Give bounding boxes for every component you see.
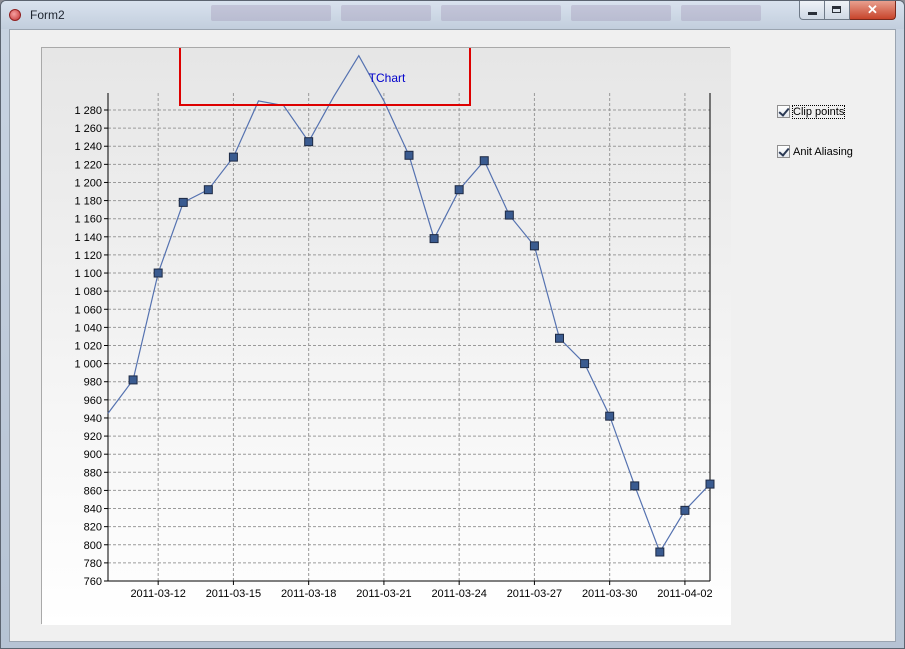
data-point xyxy=(630,481,640,491)
chart-background xyxy=(42,48,731,625)
form2-window: Form2 ✕ 1 280 1 260 1 240 1 220 1 200 1 180 1 … xyxy=(0,0,905,649)
maximize-button[interactable] xyxy=(825,1,850,20)
y-tick-label: 1 100 xyxy=(74,268,102,280)
data-point xyxy=(429,234,439,244)
y-tick-label: 760 xyxy=(84,576,102,588)
minimize-button[interactable] xyxy=(799,1,825,20)
y-tick-label: 1 180 xyxy=(74,196,102,208)
data-point xyxy=(178,197,188,207)
data-point xyxy=(404,150,414,160)
y-tick-label: 780 xyxy=(84,558,102,570)
y-tick-label: 1 120 xyxy=(74,250,102,262)
y-tick-label: 1 020 xyxy=(74,341,102,353)
clip-points-label[interactable]: Clip points xyxy=(791,104,846,119)
y-tick-label: 1 220 xyxy=(74,159,102,171)
data-point xyxy=(153,268,163,278)
x-tick-label: 2011-03-12 xyxy=(130,588,185,600)
anti-aliasing-checkbox[interactable] xyxy=(777,145,790,158)
data-point xyxy=(454,185,464,195)
y-tick-label: 1 060 xyxy=(74,304,102,316)
y-tick-label: 980 xyxy=(84,377,102,389)
close-icon: ✕ xyxy=(867,2,878,17)
y-tick-label: 1 260 xyxy=(74,123,102,135)
data-point xyxy=(605,411,615,421)
clip-points-checkbox[interactable] xyxy=(777,105,790,118)
x-tick-label: 2011-03-18 xyxy=(281,588,336,600)
data-point xyxy=(228,152,238,162)
background-taskbar-item xyxy=(681,5,761,21)
data-point xyxy=(304,137,314,147)
data-point xyxy=(580,359,590,369)
y-tick-label: 1 280 xyxy=(74,105,102,117)
data-point xyxy=(680,505,690,515)
data-point xyxy=(529,241,539,251)
y-tick-label: 1 160 xyxy=(74,214,102,226)
background-taskbar-item xyxy=(441,5,561,21)
y-tick-label: 860 xyxy=(84,485,102,497)
background-taskbar-item xyxy=(341,5,431,21)
x-tick-label: 2011-03-27 xyxy=(507,588,562,600)
y-tick-label: 1 200 xyxy=(74,177,102,189)
x-tick-label: 2011-03-24 xyxy=(431,588,486,600)
y-tick-label: 1 000 xyxy=(74,359,102,371)
y-tick-label: 1 080 xyxy=(74,286,102,298)
title-bar[interactable]: Form2 ✕ xyxy=(1,1,904,29)
y-tick-label: 1 140 xyxy=(74,232,102,244)
y-tick-label: 940 xyxy=(84,413,102,425)
y-tick-label: 900 xyxy=(84,449,102,461)
y-tick-label: 920 xyxy=(84,431,102,443)
background-taskbar-item xyxy=(211,5,331,21)
data-point xyxy=(555,333,564,343)
close-button[interactable]: ✕ xyxy=(850,1,896,20)
y-tick-label: 820 xyxy=(84,522,102,534)
x-tick-label: 2011-03-21 xyxy=(356,588,411,600)
x-tick-label: 2011-03-15 xyxy=(206,588,261,600)
y-tick-label: 800 xyxy=(84,540,102,552)
anti-aliasing-label[interactable]: Anit Aliasing xyxy=(793,146,853,158)
data-point xyxy=(203,185,213,195)
y-tick-label: 960 xyxy=(84,395,102,407)
window-title: Form2 xyxy=(30,8,65,22)
y-tick-label: 1 240 xyxy=(74,141,102,153)
data-point xyxy=(705,479,715,489)
background-taskbar-item xyxy=(571,5,671,21)
minimize-icon xyxy=(808,12,817,15)
y-tick-label: 840 xyxy=(84,504,102,516)
data-point xyxy=(504,210,514,220)
x-tick-label: 2011-03-30 xyxy=(582,588,637,600)
x-tick-label: 2011-04-02 xyxy=(657,588,712,600)
y-tick-label: 1 040 xyxy=(74,322,102,334)
data-point xyxy=(479,156,489,166)
clip-points-option[interactable]: Clip points xyxy=(777,104,846,119)
data-point xyxy=(128,375,138,385)
tchart-panel[interactable]: 1 280 1 260 1 240 1 220 1 200 1 180 1 160 1 140… xyxy=(41,47,731,625)
maximize-icon xyxy=(832,6,841,13)
y-tick-label: 880 xyxy=(84,467,102,479)
window-controls: ✕ xyxy=(799,1,896,20)
app-icon[interactable] xyxy=(9,9,21,21)
anti-aliasing-option[interactable]: Anit Aliasing xyxy=(777,145,853,158)
data-point xyxy=(655,547,665,557)
chart-canvas[interactable]: 1 280 1 260 1 240 1 220 1 200 1 180 1 160 1 140… xyxy=(42,48,731,625)
chart-title: TChart xyxy=(369,71,406,85)
